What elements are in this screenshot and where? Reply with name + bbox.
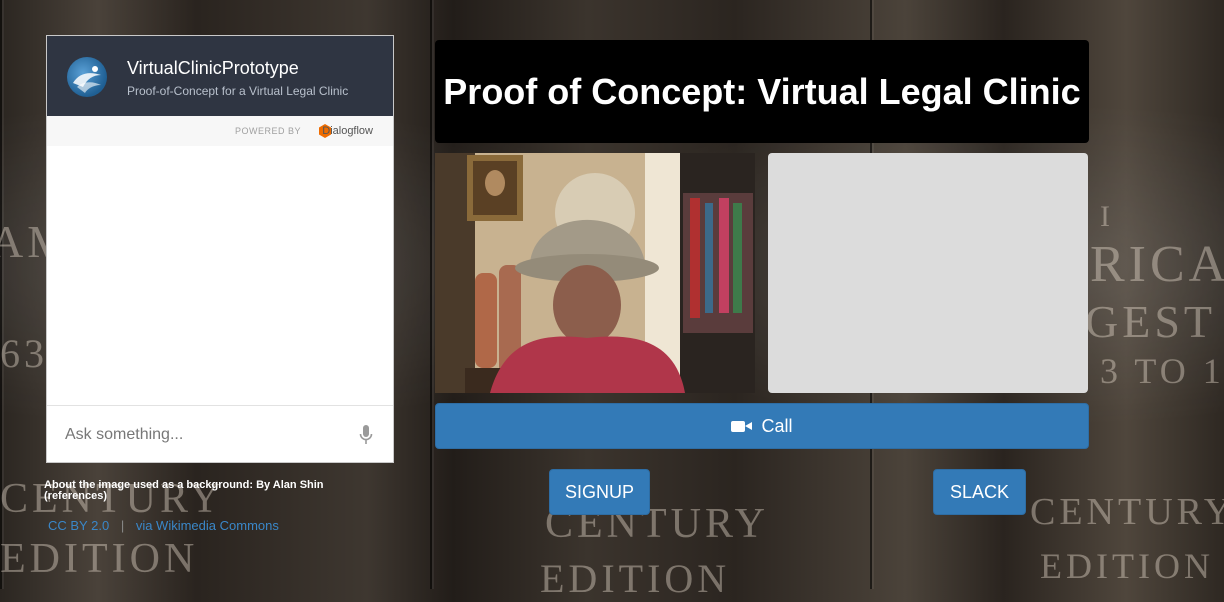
powered-by-label: POWERED BY bbox=[234, 126, 301, 136]
chat-message-area[interactable] bbox=[47, 146, 393, 406]
page-title: Proof of Concept: Virtual Legal Clinic bbox=[443, 70, 1081, 112]
hero-banner: Proof of Concept: Virtual Legal Clinic bbox=[435, 40, 1089, 143]
wikimedia-link[interactable]: via Wikimedia Commons bbox=[136, 518, 279, 533]
chat-title: VirtualClinicPrototype bbox=[127, 58, 299, 78]
dialogflow-brand: Dialogflow bbox=[322, 125, 373, 137]
signup-button[interactable]: SIGNUP bbox=[549, 469, 650, 515]
license-link[interactable]: CC BY 2.0 bbox=[48, 518, 109, 533]
chat-input[interactable] bbox=[63, 406, 347, 464]
call-button[interactable]: Call bbox=[435, 403, 1089, 449]
video-camera-icon bbox=[731, 420, 753, 432]
call-button-label: Call bbox=[761, 415, 793, 436]
chat-subtitle: Proof-of-Concept for a Virtual Legal Cli… bbox=[127, 84, 349, 98]
chat-widget: VirtualClinicPrototype Proof-of-Concept … bbox=[46, 35, 394, 464]
microphone-icon[interactable] bbox=[359, 424, 373, 446]
local-video bbox=[435, 153, 755, 393]
chat-header: VirtualClinicPrototype Proof-of-Concept … bbox=[47, 36, 393, 116]
chat-input-row bbox=[47, 405, 393, 464]
signup-button-label: SIGNUP bbox=[564, 481, 634, 502]
link-separator: | bbox=[120, 518, 125, 533]
slack-button-label: SLACK bbox=[949, 481, 1010, 502]
bot-avatar bbox=[67, 57, 107, 97]
background-attribution: About the image used as a background: By… bbox=[44, 479, 324, 502]
powered-by-bar: POWERED BY Dialogflow bbox=[47, 116, 393, 146]
slack-button[interactable]: SLACK bbox=[933, 469, 1026, 515]
remote-video bbox=[768, 153, 1088, 393]
attribution-links: CC BY 2.0 | via Wikimedia Commons bbox=[48, 518, 279, 533]
